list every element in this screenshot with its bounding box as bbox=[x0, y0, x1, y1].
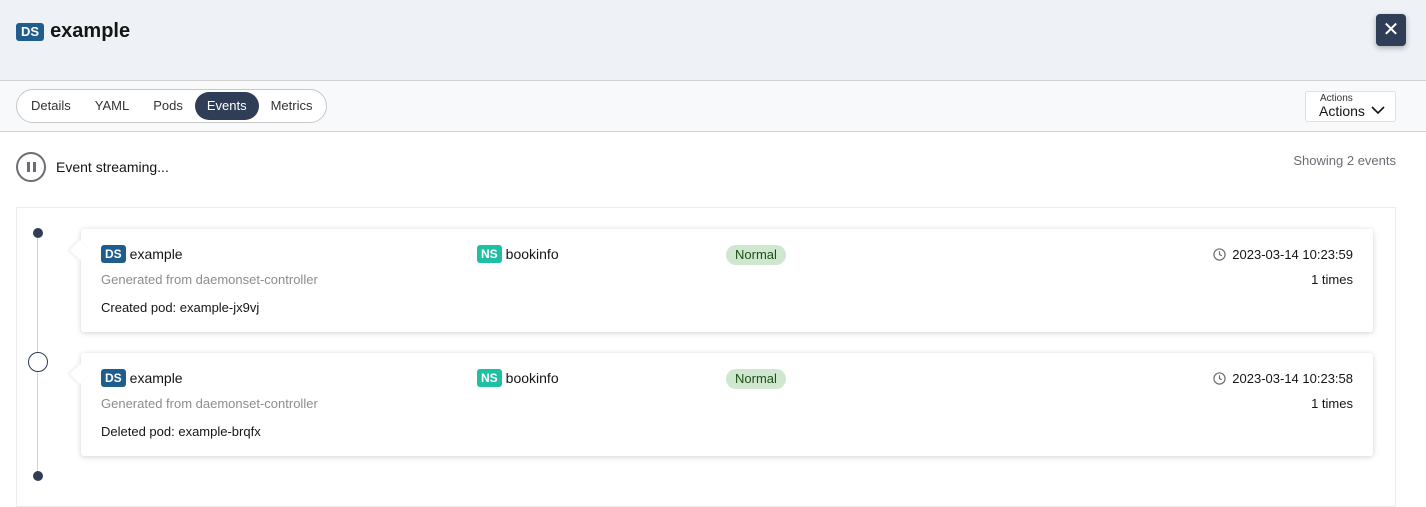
actions-dropdown[interactable]: Actions Actions bbox=[1305, 91, 1396, 122]
namespace-name[interactable]: bookinfo bbox=[506, 246, 559, 262]
kind-badge: DS bbox=[101, 245, 126, 263]
stream-status: Event streaming... Showing 2 events bbox=[16, 152, 1396, 182]
event-resource-name[interactable]: example bbox=[130, 246, 183, 262]
close-button[interactable]: ✕ bbox=[1376, 14, 1406, 46]
kind-badge: DS bbox=[16, 22, 45, 41]
event-count-times: 1 times bbox=[1311, 272, 1353, 287]
event-namespace: NS bookinfo bbox=[477, 245, 559, 263]
event-resource: DS example bbox=[101, 245, 183, 263]
timeline-end-dot bbox=[33, 471, 43, 481]
clock-icon bbox=[1213, 248, 1226, 261]
timestamp-text: 2023-03-14 10:23:58 bbox=[1232, 371, 1353, 386]
event-source: Generated from daemonset-controller bbox=[101, 396, 318, 411]
chevron-down-icon bbox=[1371, 106, 1385, 115]
tab-pods[interactable]: Pods bbox=[141, 92, 195, 120]
event-card: DS example Generated from daemonset-cont… bbox=[81, 229, 1373, 332]
close-icon: ✕ bbox=[1382, 19, 1400, 41]
tab-bar: Details YAML Pods Events Metrics Actions… bbox=[0, 81, 1426, 132]
resource-name: example bbox=[50, 20, 131, 42]
page-title: DS example bbox=[16, 20, 130, 43]
detail-header: DS example ✕ bbox=[0, 0, 1426, 81]
event-message: Deleted pod: example-brqfx bbox=[101, 424, 261, 439]
tab-group: Details YAML Pods Events Metrics bbox=[16, 89, 328, 123]
namespace-name[interactable]: bookinfo bbox=[506, 370, 559, 386]
event-resource: DS example bbox=[101, 369, 183, 387]
event-card: DS example Generated from daemonset-cont… bbox=[81, 353, 1373, 456]
timestamp-text: 2023-03-14 10:23:59 bbox=[1232, 247, 1353, 262]
actions-value: Actions bbox=[1319, 103, 1365, 119]
namespace-badge: NS bbox=[477, 369, 502, 387]
event-namespace: NS bookinfo bbox=[477, 369, 559, 387]
timeline-marker bbox=[28, 352, 48, 372]
event-type-label: Normal bbox=[726, 245, 786, 265]
event-timestamp: 2023-03-14 10:23:58 bbox=[1213, 371, 1353, 386]
pause-icon[interactable] bbox=[16, 152, 46, 182]
event-resource-name[interactable]: example bbox=[130, 370, 183, 386]
tab-details[interactable]: Details bbox=[19, 92, 83, 120]
event-source: Generated from daemonset-controller bbox=[101, 272, 318, 287]
namespace-badge: NS bbox=[477, 245, 502, 263]
tab-metrics[interactable]: Metrics bbox=[259, 92, 325, 120]
event-type-label: Normal bbox=[726, 369, 786, 389]
kind-badge: DS bbox=[101, 369, 126, 387]
event-count-times: 1 times bbox=[1311, 396, 1353, 411]
tab-yaml[interactable]: YAML bbox=[83, 92, 141, 120]
event-message: Created pod: example-jx9vj bbox=[101, 300, 260, 315]
clock-icon bbox=[1213, 372, 1226, 385]
event-timestamp: 2023-03-14 10:23:59 bbox=[1213, 247, 1353, 262]
event-count: Showing 2 events bbox=[1293, 153, 1396, 168]
timeline-start-dot bbox=[33, 228, 43, 238]
tab-events[interactable]: Events bbox=[194, 92, 259, 120]
stream-status-text: Event streaming... bbox=[56, 159, 169, 175]
